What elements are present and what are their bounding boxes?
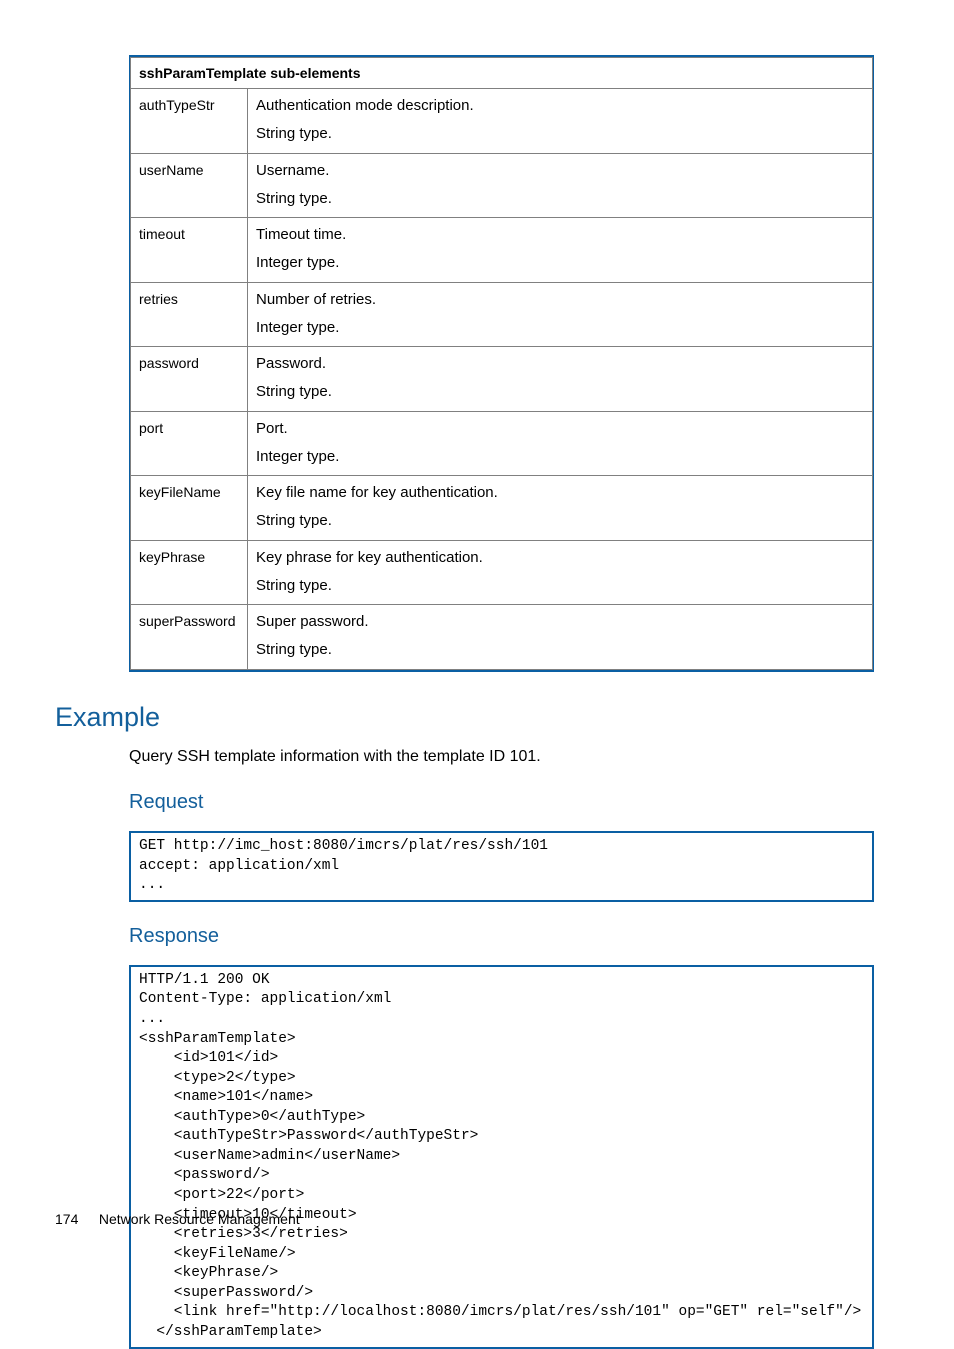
description-type: Integer type. xyxy=(256,252,864,274)
element-name: timeout xyxy=(131,218,248,283)
element-name: authTypeStr xyxy=(131,89,248,154)
example-intro: Query SSH template information with the … xyxy=(129,745,874,768)
table-header: sshParamTemplate sub-elements xyxy=(131,58,873,89)
description-line: Key file name for key authentication. xyxy=(256,482,864,504)
element-description: Key phrase for key authentication. String… xyxy=(248,540,873,605)
description-type: String type. xyxy=(256,123,864,145)
description-line: Password. xyxy=(256,353,864,375)
element-name: keyPhrase xyxy=(131,540,248,605)
description-type: String type. xyxy=(256,639,864,661)
table-row: timeout Timeout time. Integer type. xyxy=(131,218,873,283)
page-footer: 174 Network Resource Management xyxy=(55,1209,300,1229)
element-description: Timeout time. Integer type. xyxy=(248,218,873,283)
element-description: Super password. String type. xyxy=(248,605,873,670)
element-description: Key file name for key authentication. Str… xyxy=(248,476,873,541)
sub-elements-table: sshParamTemplate sub-elements authTypeSt… xyxy=(129,55,874,672)
description-line: Key phrase for key authentication. xyxy=(256,547,864,569)
table-row: keyPhraseKey phrase for key authenticati… xyxy=(131,540,873,605)
description-type: String type. xyxy=(256,510,864,532)
element-name: superPassword xyxy=(131,605,248,670)
description-line: Number of retries. xyxy=(256,289,864,311)
element-description: Port. Integer type. xyxy=(248,411,873,476)
description-type: Integer type. xyxy=(256,317,864,339)
element-description: Authentication mode description. String t… xyxy=(248,89,873,154)
table-row: superPassword Super password. String type. xyxy=(131,605,873,670)
element-description: Number of retries. Integer type. xyxy=(248,282,873,347)
page-number: 174 xyxy=(55,1209,95,1229)
request-code-block: GET http://imc_host:8080/imcrs/plat/res/… xyxy=(129,831,874,902)
footer-section: Network Resource Management xyxy=(99,1211,300,1227)
table-row: port Port. Integer type. xyxy=(131,411,873,476)
response-code-block: HTTP/1.1 200 OK Content-Type: applicatio… xyxy=(129,965,874,1349)
description-type: String type. xyxy=(256,575,864,597)
description-line: Username. xyxy=(256,160,864,182)
description-line: Port. xyxy=(256,418,864,440)
element-description: Username. String type. xyxy=(248,153,873,218)
table-row: retries Number of retries. Integer type. xyxy=(131,282,873,347)
table-row: password Password. String type. xyxy=(131,347,873,412)
element-name: password xyxy=(131,347,248,412)
description-line: Timeout time. xyxy=(256,224,864,246)
response-heading: Response xyxy=(129,922,874,951)
request-heading: Request xyxy=(129,788,874,817)
table-row: userName Username. String type. xyxy=(131,153,873,218)
description-line: Super password. xyxy=(256,611,864,633)
table-row: keyFileNameKey file name for key authent… xyxy=(131,476,873,541)
example-heading: Example xyxy=(55,698,874,737)
table-row: authTypeStrAuthentication mode descripti… xyxy=(131,89,873,154)
description-line: Authentication mode description. xyxy=(256,95,864,117)
element-description: Password. String type. xyxy=(248,347,873,412)
element-name: userName xyxy=(131,153,248,218)
element-name: retries xyxy=(131,282,248,347)
element-name: keyFileName xyxy=(131,476,248,541)
description-type: String type. xyxy=(256,381,864,403)
element-name: port xyxy=(131,411,248,476)
description-type: String type. xyxy=(256,188,864,210)
description-type: Integer type. xyxy=(256,446,864,468)
